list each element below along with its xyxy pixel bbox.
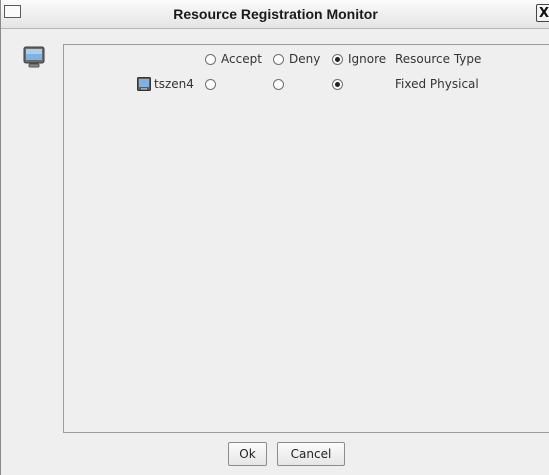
monitor-icon (137, 77, 151, 91)
monitor-icon (23, 46, 45, 68)
header-deny: Deny (289, 52, 321, 66)
cancel-button[interactable]: Cancel (277, 442, 345, 466)
radio-deny-all[interactable] (273, 54, 284, 65)
radio-accept-all[interactable] (205, 54, 216, 65)
window-title: Resource Registration Monitor (173, 6, 378, 22)
header-resource-type: Resource Type (395, 52, 482, 66)
ok-button[interactable]: Ok (228, 442, 267, 466)
resource-type-value: Fixed Physical (395, 77, 479, 91)
header-ignore: Ignore (348, 52, 387, 66)
radio-ignore-all[interactable] (332, 54, 343, 65)
radio-deny-tszen4[interactable] (273, 79, 284, 90)
resource-name: tszen4 (154, 77, 194, 91)
title-bar[interactable]: Resource Registration Monitor X (1, 0, 549, 29)
radio-ignore-tszen4[interactable] (332, 79, 343, 90)
resource-table: Accept Deny Ignore Resource Type tszen4 … (63, 44, 549, 433)
resource-registration-window: Resource Registration Monitor X Accept D… (0, 0, 549, 475)
header-accept: Accept (221, 52, 262, 66)
close-button[interactable]: X (536, 4, 549, 22)
radio-accept-tszen4[interactable] (205, 79, 216, 90)
